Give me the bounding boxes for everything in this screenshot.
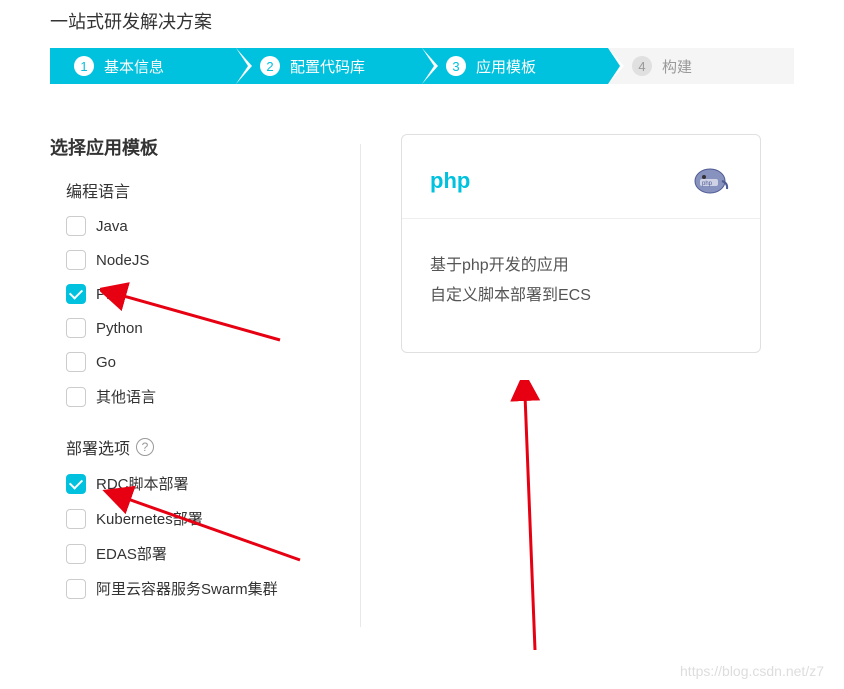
- step-app-template[interactable]: 3 应用模板: [422, 48, 608, 84]
- step-label: 构建: [662, 56, 692, 77]
- checkbox-label: PHP: [96, 286, 127, 303]
- language-group-label: 编程语言: [66, 178, 330, 202]
- step-num: 2: [260, 56, 280, 76]
- checkbox-icon: [66, 216, 86, 236]
- step-label: 基本信息: [104, 56, 164, 77]
- checkbox-label: 阿里云容器服务Swarm集群: [96, 578, 278, 599]
- card-title: php: [430, 168, 470, 194]
- deploy-options: RDC脚本部署 Kubernetes部署 EDAS部署 阿里云容器服务Swarm…: [66, 473, 330, 599]
- vertical-divider: [360, 144, 361, 627]
- step-num: 3: [446, 56, 466, 76]
- step-build[interactable]: 4 构建: [608, 48, 794, 84]
- checkbox-icon: [66, 509, 86, 529]
- lang-option-nodejs[interactable]: NodeJS: [66, 250, 330, 270]
- content-area: 选择应用模板 编程语言 Java NodeJS PHP Python: [0, 84, 844, 627]
- lang-option-python[interactable]: Python: [66, 318, 330, 338]
- step-num: 4: [632, 56, 652, 76]
- deploy-option-swarm[interactable]: 阿里云容器服务Swarm集群: [66, 578, 330, 599]
- lang-option-other[interactable]: 其他语言: [66, 386, 330, 407]
- watermark: https://blog.csdn.net/z7: [680, 663, 824, 679]
- checkbox-icon: [66, 474, 86, 494]
- lang-option-php[interactable]: PHP: [66, 284, 330, 304]
- template-card-php[interactable]: php php 基于php开发的应用 自定义脚本部署到ECS: [401, 134, 761, 353]
- card-body: 基于php开发的应用 自定义脚本部署到ECS: [402, 219, 760, 352]
- checkbox-icon: [66, 579, 86, 599]
- card-desc-line2: 自定义脚本部署到ECS: [430, 281, 732, 311]
- svg-text:php: php: [702, 181, 713, 187]
- checkbox-label: NodeJS: [96, 252, 149, 269]
- checkbox-icon: [66, 318, 86, 338]
- card-header: php php: [402, 135, 760, 219]
- checkbox-label: Java: [96, 218, 128, 235]
- step-config-repo[interactable]: 2 配置代码库: [236, 48, 422, 84]
- php-elephant-icon: php: [692, 163, 732, 198]
- right-panel: php php 基于php开发的应用 自定义脚本部署到ECS: [391, 134, 794, 627]
- language-options: Java NodeJS PHP Python Go 其他语言: [66, 216, 330, 407]
- page-title: 一站式研发解决方案: [0, 0, 844, 48]
- checkbox-label: RDC脚本部署: [96, 473, 189, 494]
- checkbox-icon: [66, 544, 86, 564]
- deploy-group-label: 部署选项 ?: [66, 435, 330, 459]
- section-title: 选择应用模板: [50, 134, 330, 160]
- checkbox-label: Go: [96, 354, 116, 371]
- deploy-option-edas[interactable]: EDAS部署: [66, 543, 330, 564]
- checkbox-label: Python: [96, 320, 143, 337]
- step-label: 配置代码库: [290, 56, 365, 77]
- lang-option-go[interactable]: Go: [66, 352, 330, 372]
- step-label: 应用模板: [476, 56, 536, 77]
- checkbox-icon: [66, 284, 86, 304]
- checkbox-label: EDAS部署: [96, 543, 167, 564]
- checkbox-icon: [66, 387, 86, 407]
- deploy-option-rdc[interactable]: RDC脚本部署: [66, 473, 330, 494]
- deploy-option-kubernetes[interactable]: Kubernetes部署: [66, 508, 330, 529]
- lang-option-java[interactable]: Java: [66, 216, 330, 236]
- checkbox-icon: [66, 250, 86, 270]
- left-panel: 选择应用模板 编程语言 Java NodeJS PHP Python: [50, 134, 330, 627]
- stepper: 1 基本信息 2 配置代码库 3 应用模板 4 构建: [0, 48, 844, 84]
- card-desc-line1: 基于php开发的应用: [430, 251, 732, 281]
- step-num: 1: [74, 56, 94, 76]
- help-icon[interactable]: ?: [136, 438, 154, 456]
- checkbox-label: 其他语言: [96, 386, 156, 407]
- checkbox-icon: [66, 352, 86, 372]
- step-basic-info[interactable]: 1 基本信息: [50, 48, 236, 84]
- checkbox-label: Kubernetes部署: [96, 508, 203, 529]
